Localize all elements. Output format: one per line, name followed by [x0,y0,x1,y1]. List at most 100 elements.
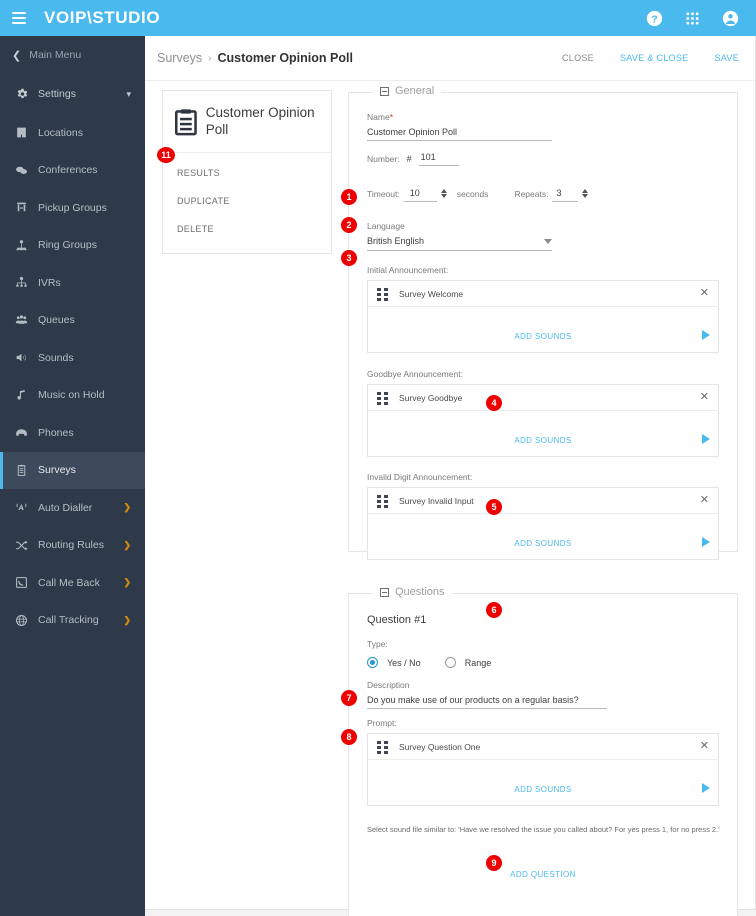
radio-range[interactable] [444,657,456,668]
remove-sound-icon[interactable]: ✕ [700,392,709,403]
sidebar-item-ring-groups[interactable]: Ring Groups [0,227,145,265]
chevron-left-icon: ❮ [12,49,22,62]
description-label: Description [367,680,410,690]
building-icon [14,126,29,140]
add-sounds-button[interactable]: ADD SOUNDS [514,436,571,445]
sidebar-item-music-on-hold[interactable]: Music on Hold [0,377,145,415]
sidebar-item-label: Auto Dialler [38,501,93,514]
language-field-group: Language British English [367,221,552,251]
sidebar-item-label: IVRs [38,276,61,289]
sidebar-item-sounds[interactable]: Sounds [0,339,145,377]
sidebar-item-auto-dialler[interactable]: Auto Dialler ❯ [0,489,145,527]
call-tracking-icon [14,613,29,627]
chevron-down-icon [544,238,552,244]
speaker-icon [14,351,29,365]
sidebar-item-routing-rules[interactable]: Routing Rules ❯ [0,527,145,565]
step-badge-5: 5 [486,499,502,515]
apps-grid-icon[interactable] [684,10,701,27]
chevron-down-icon: ▾ [126,88,131,99]
sidebar-item-call-me-back[interactable]: Call Me Back ❯ [0,564,145,602]
questions-legend-label: Questions [395,586,445,598]
sidebar-item-label: Call Tracking [38,614,99,627]
sidebar-item-label: Routing Rules [38,539,104,552]
general-legend-label: General [395,85,435,97]
sidebar-item-call-tracking[interactable]: Call Tracking ❯ [0,602,145,640]
language-select[interactable]: British English [367,231,552,251]
ivr-icon [14,276,29,290]
step-badge-4: 4 [486,395,502,411]
sidebar-item-pickup-groups[interactable]: Pickup Groups [0,189,145,227]
add-sounds-button[interactable]: ADD SOUNDS [514,539,571,548]
sidebar-item-queues[interactable]: Queues [0,302,145,340]
number-label: Number: [367,154,400,164]
add-question-button[interactable]: ADD QUESTION [510,870,576,879]
description-input[interactable]: Do you make use of our products on a reg… [367,690,607,709]
description-field-group: Description Do you make use of our produ… [367,680,607,709]
card-link-duplicate[interactable]: DUPLICATE [163,187,331,215]
drag-handle-icon[interactable] [377,287,388,301]
play-icon[interactable] [702,330,710,340]
radio-yes-no[interactable] [367,657,378,668]
card-link-delete[interactable]: DELETE [163,215,331,243]
breadcrumb-root[interactable]: Surveys [157,51,202,65]
top-bar-actions: ? [646,10,739,27]
step-badge-6: 6 [486,602,502,618]
add-sounds-button[interactable]: ADD SOUNDS [514,785,571,794]
initial-announcement-sound-box: Survey Welcome ✕ ADD SOUNDS [367,280,719,353]
remove-sound-icon[interactable]: ✕ [700,495,709,506]
survey-card-title: Customer Opinion Poll [205,105,315,137]
sound-box-footer: ADD SOUNDS [368,307,718,352]
sidebar-item-label: Ring Groups [38,239,97,252]
drag-handle-icon[interactable] [377,494,388,508]
add-sounds-button[interactable]: ADD SOUNDS [514,332,571,341]
sidebar-item-locations[interactable]: Locations [0,114,145,152]
drag-handle-icon[interactable] [377,391,388,405]
form-body: Customer Opinion Poll RESULTS DUPLICATE DE… [145,81,755,916]
name-input[interactable]: Customer Opinion Poll [367,122,552,141]
help-icon[interactable]: ? [646,10,663,27]
sidebar-item-label: Surveys [38,464,76,477]
play-icon[interactable] [702,783,710,793]
save-and-close-button[interactable]: SAVE & CLOSE [620,53,688,63]
sound-box-footer: ADD SOUNDS [368,760,718,805]
sound-name: Survey Welcome [399,288,464,299]
sidebar-back-label: Main Menu [29,49,82,61]
drag-handle-icon[interactable] [377,740,388,754]
timeout-stepper[interactable] [440,189,447,198]
auto-dialler-icon [14,501,29,515]
timeout-input[interactable]: 10 [403,188,437,202]
number-input[interactable]: 101 [418,152,459,166]
close-button[interactable]: CLOSE [562,53,594,63]
sidebar-item-label: Queues [38,314,75,327]
repeats-input[interactable]: 3 [552,188,579,202]
sound-box-footer: ADD SOUNDS [368,514,718,559]
collapse-icon[interactable] [380,587,389,597]
play-icon[interactable] [702,434,710,444]
remove-sound-icon[interactable]: ✕ [700,741,709,752]
sidebar-item-conferences[interactable]: Conferences [0,152,145,190]
sidebar-item-ivrs[interactable]: IVRs [0,264,145,302]
top-bar: VOIP\STUDIO ? [0,0,756,36]
pickup-groups-icon [14,201,29,215]
questions-legend: Questions [373,586,452,598]
save-button[interactable]: SAVE [714,53,739,63]
card-link-results[interactable]: RESULTS [163,159,331,187]
language-label: Language [367,221,405,231]
user-account-icon[interactable] [722,10,739,27]
brand-logo: VOIP\STUDIO [44,8,161,27]
hamburger-icon[interactable] [12,12,26,24]
step-badge-8: 8 [341,729,357,745]
language-value: British English [367,236,425,246]
remove-sound-icon[interactable]: ✕ [700,288,709,299]
sidebar-item-phones[interactable]: Phones [0,414,145,452]
repeats-stepper[interactable] [582,189,589,198]
timeout-repeats-group: Timeout: 10 seconds Repeats: 3 [367,188,589,202]
collapse-icon[interactable] [380,86,389,96]
sidebar-item-surveys[interactable]: Surveys [0,451,145,489]
sound-name: Survey Question One [399,741,481,752]
prompt-label: Prompt: [367,718,397,728]
play-icon[interactable] [702,537,710,547]
sidebar-item-settings[interactable]: Settings ▾ [0,74,145,114]
sidebar-back-main-menu[interactable]: ❮ Main Menu [0,36,145,74]
step-badge-9: 9 [486,855,502,871]
